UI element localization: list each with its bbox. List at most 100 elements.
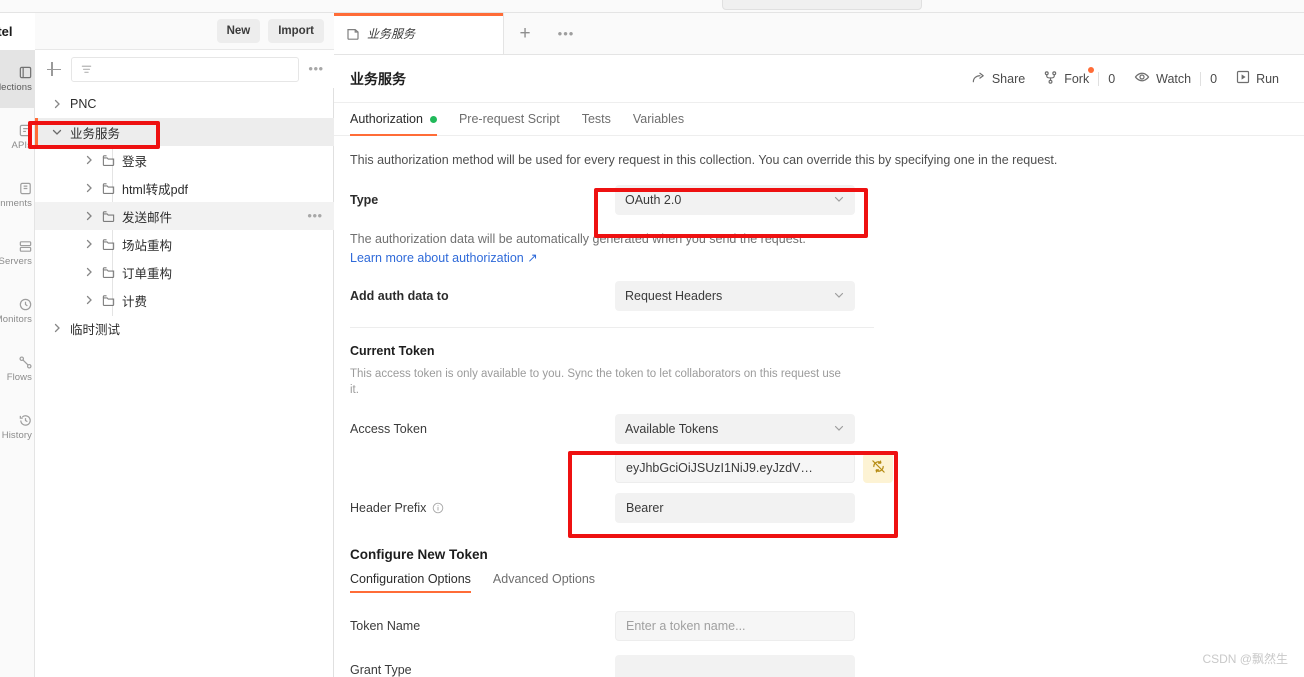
history-icon [18,413,33,428]
tree-item-folder-billing[interactable]: 计费 [35,286,334,314]
tab-options-icon[interactable]: ••• [546,13,586,54]
rail-item-apis[interactable]: APIs [0,108,34,166]
fork-count[interactable]: 0 [1098,71,1125,86]
rail-item-collections[interactable]: Collections [0,50,34,108]
tree-item-folder-denglu[interactable]: 登录 [35,146,334,174]
tab-configuration-options-label: Configuration Options [350,572,471,586]
chevron-down-icon [833,422,845,437]
header-prefix-input[interactable]: Bearer [615,493,855,523]
mock-servers-icon [18,239,33,254]
workspace-header: Autel New Import [0,13,334,50]
auth-type-label: Type [350,193,379,207]
tree-item-more-icon[interactable]: ••• [306,209,324,222]
tree-item-collection-pnc[interactable]: PNC [35,90,334,118]
play-icon [1236,70,1250,87]
sidebar-more-icon[interactable]: ••• [307,62,325,75]
tab-authorization-label: Authorization [350,112,423,126]
new-button[interactable]: New [216,19,261,43]
fork-notification-dot [1088,66,1095,73]
share-icon [971,70,986,88]
watch-button[interactable]: Watch [1125,64,1200,93]
chevron-right-icon [83,294,95,306]
sidebar-filter-input[interactable] [71,56,299,82]
token-name-row: Token Name Enter a token name... [350,609,1288,643]
chevron-down-icon [51,126,63,138]
auth-auto-note: The authorization data will be automatic… [350,232,806,246]
chevron-right-icon [83,266,95,278]
configure-token-tabs: Configuration Options Advanced Options [350,572,1288,593]
rail-item-mock-servers[interactable]: Mock Servers [0,224,34,282]
available-tokens-select[interactable]: Available Tokens [615,414,855,444]
access-token-input[interactable]: eyJhbGciOiJSUzI1NiJ9.eyJzdV… [615,453,855,483]
tab-collection-yewufuwu[interactable]: 业务服务 [334,13,504,54]
fork-button[interactable]: Fork [1034,65,1098,93]
tab-tests[interactable]: Tests [582,103,611,135]
tab-advanced-options[interactable]: Advanced Options [493,572,595,593]
monitors-icon [18,297,33,312]
main-panel: 业务服务 + ••• 业务服务 Share Fork 0 Watch 0 Run… [334,13,1304,677]
top-bar-sliver [0,0,1304,13]
rail-item-history[interactable]: History [0,398,34,456]
tree-item-folder-html-to-pdf[interactable]: html转成pdf [35,174,334,202]
configure-new-token-heading: Configure New Token [350,547,488,562]
share-button[interactable]: Share [962,65,1034,93]
learn-more-link[interactable]: Learn more about authorization ↗ [350,250,538,265]
rail-label-environments: Environments [0,198,32,209]
import-button[interactable]: Import [268,19,324,43]
new-tab-button[interactable]: + [504,13,546,54]
tree-item-collection-temp-test[interactable]: 临时测试 [35,314,334,342]
rail-label-apis: APIs [11,140,32,151]
folder-icon [102,154,115,167]
tab-label: 业务服务 [367,27,416,41]
tab-pre-request-script-label: Pre-request Script [458,112,560,126]
grant-type-select[interactable] [615,655,855,677]
watermark: CSDN @飘然生 [1202,652,1288,666]
header-prefix-row: Header Prefix Bearer [350,491,1288,525]
sidebar: Autel New Import ••• PNC [0,13,334,677]
authorization-intro-text: This authorization method will be used f… [350,153,1058,167]
run-button[interactable]: Run [1227,65,1288,92]
environments-icon [18,181,33,196]
collection-subtabs: Authorization Pre-request Script Tests V… [334,103,1304,136]
tab-configuration-options[interactable]: Configuration Options [350,572,471,593]
chevron-right-icon [51,98,63,110]
token-name-input[interactable]: Enter a token name... [615,611,855,641]
nav-rail: Collections APIs Environments [0,50,35,677]
watch-count[interactable]: 0 [1200,71,1227,86]
tab-variables[interactable]: Variables [633,103,684,135]
rail-label-history: History [1,430,32,441]
folder-icon [102,182,115,195]
tree-item-label: 计费 [122,294,148,309]
tree-item-label: 临时测试 [70,322,121,337]
folder-icon [102,266,115,279]
tab-tests-label: Tests [581,112,611,126]
header-prefix-label: Header Prefix [350,501,427,515]
sync-token-button[interactable] [863,453,893,483]
tree-item-folder-order-refactor[interactable]: 订单重构 [35,258,334,286]
run-label: Run [1256,71,1279,86]
collections-icon [18,65,33,80]
folder-icon [102,294,115,307]
chevron-down-icon [833,289,845,304]
tree-item-folder-send-email[interactable]: 发送邮件 ••• [35,202,334,230]
tab-pre-request-script[interactable]: Pre-request Script [459,103,560,135]
info-icon[interactable] [432,502,444,514]
global-search-input[interactable] [722,0,922,10]
folder-icon [102,238,115,251]
add-auth-data-select[interactable]: Request Headers [615,281,855,311]
tree-item-folder-station-refactor[interactable]: 场站重构 [35,230,334,258]
filter-icon [80,63,93,76]
tree-item-label: html转成pdf [122,182,188,197]
rail-item-environments[interactable]: Environments [0,166,34,224]
token-name-label: Token Name [350,619,421,633]
rail-item-monitors[interactable]: Monitors [0,282,34,340]
auth-type-select[interactable]: OAuth 2.0 [615,185,855,215]
tab-authorization[interactable]: Authorization [350,103,437,136]
tree-item-collection-yewufuwu[interactable]: 业务服务 [35,118,334,146]
chevron-down-icon [833,193,845,208]
rail-label-collections: Collections [0,82,32,93]
authorization-panel: This authorization method will be used f… [334,136,1304,677]
rail-item-flows[interactable]: Flows [0,340,34,398]
add-new-icon[interactable] [45,60,63,78]
plus-icon: + [519,22,531,44]
